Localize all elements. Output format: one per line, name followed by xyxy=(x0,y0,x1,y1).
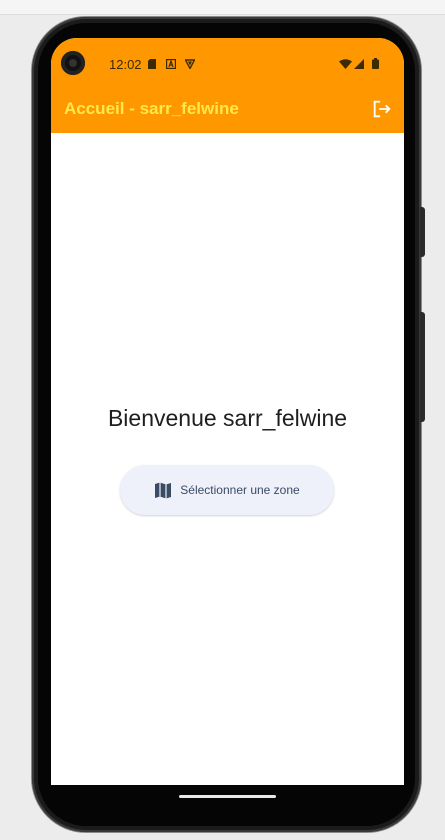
sd-card-icon xyxy=(148,59,156,69)
wifi-icon xyxy=(339,59,352,69)
status-time: 12:02 xyxy=(109,57,142,72)
home-indicator[interactable] xyxy=(179,795,276,798)
signal-icon xyxy=(354,59,364,69)
logout-icon[interactable] xyxy=(371,98,393,120)
vpn-shield-icon xyxy=(185,59,195,69)
front-camera xyxy=(61,51,85,75)
welcome-text: Bienvenue sarr_felwine xyxy=(107,405,348,431)
select-zone-label: Sélectionner une zone xyxy=(180,483,300,497)
battery-icon xyxy=(372,58,379,69)
status-bar: 12:02 xyxy=(51,38,404,90)
a-box-icon xyxy=(166,59,176,69)
map-icon xyxy=(155,482,172,498)
volume-button[interactable] xyxy=(420,207,425,257)
app-bar-title: Accueil - sarr_felwine xyxy=(64,99,239,118)
app-screen: 12:02 Accueil - sarr_felwine Bienvenue s… xyxy=(51,38,404,785)
select-zone-button[interactable]: Sélectionner une zone xyxy=(120,465,334,515)
app-bar: Accueil - sarr_felwine xyxy=(51,90,404,133)
navigation-bar xyxy=(51,785,404,809)
host-window-strip xyxy=(0,0,445,15)
power-button[interactable] xyxy=(420,312,425,422)
